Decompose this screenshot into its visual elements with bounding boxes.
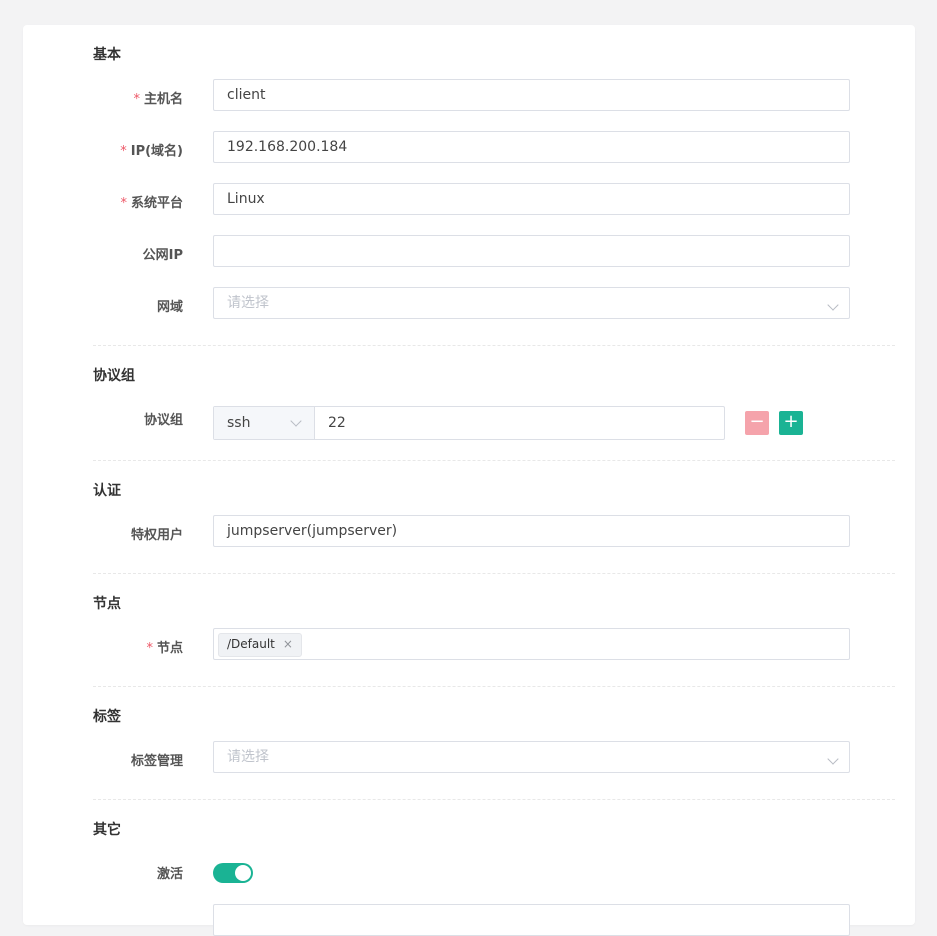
hostname-label: * 主机名 [133, 88, 183, 107]
hostname-input[interactable]: client [213, 79, 850, 111]
nodes-label-text: 节点 [156, 641, 183, 656]
section-title-auth: 认证 [93, 483, 121, 499]
nodes-label: * 节点 [146, 637, 183, 656]
platform-label-text: 系统平台 [130, 196, 183, 211]
labels-label: 标签管理 [130, 754, 183, 769]
required-mark: * [146, 641, 153, 656]
nodes-select[interactable]: /Default × [213, 628, 850, 660]
section-title-other: 其它 [93, 822, 121, 838]
chevron-down-icon [290, 415, 302, 427]
required-mark: * [120, 196, 127, 211]
domain-label: 网域 [156, 300, 183, 315]
divider [93, 799, 895, 800]
ip-label-text: IP(域名) [130, 144, 183, 159]
platform-input[interactable]: Linux [213, 183, 850, 215]
hostname-label-text: 主机名 [143, 92, 183, 107]
section-title-basic: 基本 [93, 47, 121, 63]
platform-label: * 系统平台 [120, 192, 183, 211]
divider [93, 686, 895, 687]
public-ip-label: 公网IP [142, 248, 183, 263]
close-icon[interactable]: × [283, 637, 293, 651]
divider [93, 460, 895, 461]
ip-input[interactable]: 192.168.200.184 [213, 131, 850, 163]
node-tag-label: /Default [227, 637, 275, 651]
required-mark: * [120, 144, 127, 159]
comment-input[interactable] [213, 904, 850, 936]
ip-label: * IP(域名) [120, 140, 183, 159]
chevron-down-icon [827, 299, 839, 311]
asset-form-card: 基本 * 主机名 client * IP(域名) 192.168.200.184 *… [23, 25, 915, 936]
add-protocol-button[interactable]: + [779, 411, 803, 435]
admin-user-select[interactable]: jumpserver(jumpserver) [213, 515, 850, 547]
public-ip-input[interactable] [213, 235, 850, 267]
labels-select[interactable]: 请选择 [213, 741, 850, 773]
domain-placeholder: 请选择 [227, 295, 269, 311]
section-title-labels: 标签 [93, 709, 121, 725]
labels-placeholder: 请选择 [227, 749, 269, 765]
protocol-select[interactable]: ssh [214, 407, 315, 439]
node-tag: /Default × [218, 633, 302, 657]
protocol-value: ssh [227, 415, 251, 431]
domain-select[interactable]: 请选择 [213, 287, 850, 319]
required-mark: * [133, 92, 140, 107]
is-active-switch[interactable] [213, 863, 253, 883]
switch-knob [235, 865, 251, 881]
section-title-protocol: 协议组 [93, 368, 135, 384]
remove-protocol-button[interactable]: − [745, 411, 769, 435]
admin-user-label: 特权用户 [130, 528, 183, 543]
port-input[interactable]: 22 [315, 407, 724, 439]
divider [93, 573, 895, 574]
section-title-nodes: 节点 [93, 596, 121, 612]
is-active-label: 激活 [156, 867, 183, 882]
protocols-label: 协议组 [143, 413, 183, 428]
protocol-row: ssh 22 [213, 406, 725, 440]
divider [93, 345, 895, 346]
chevron-down-icon [827, 753, 839, 765]
